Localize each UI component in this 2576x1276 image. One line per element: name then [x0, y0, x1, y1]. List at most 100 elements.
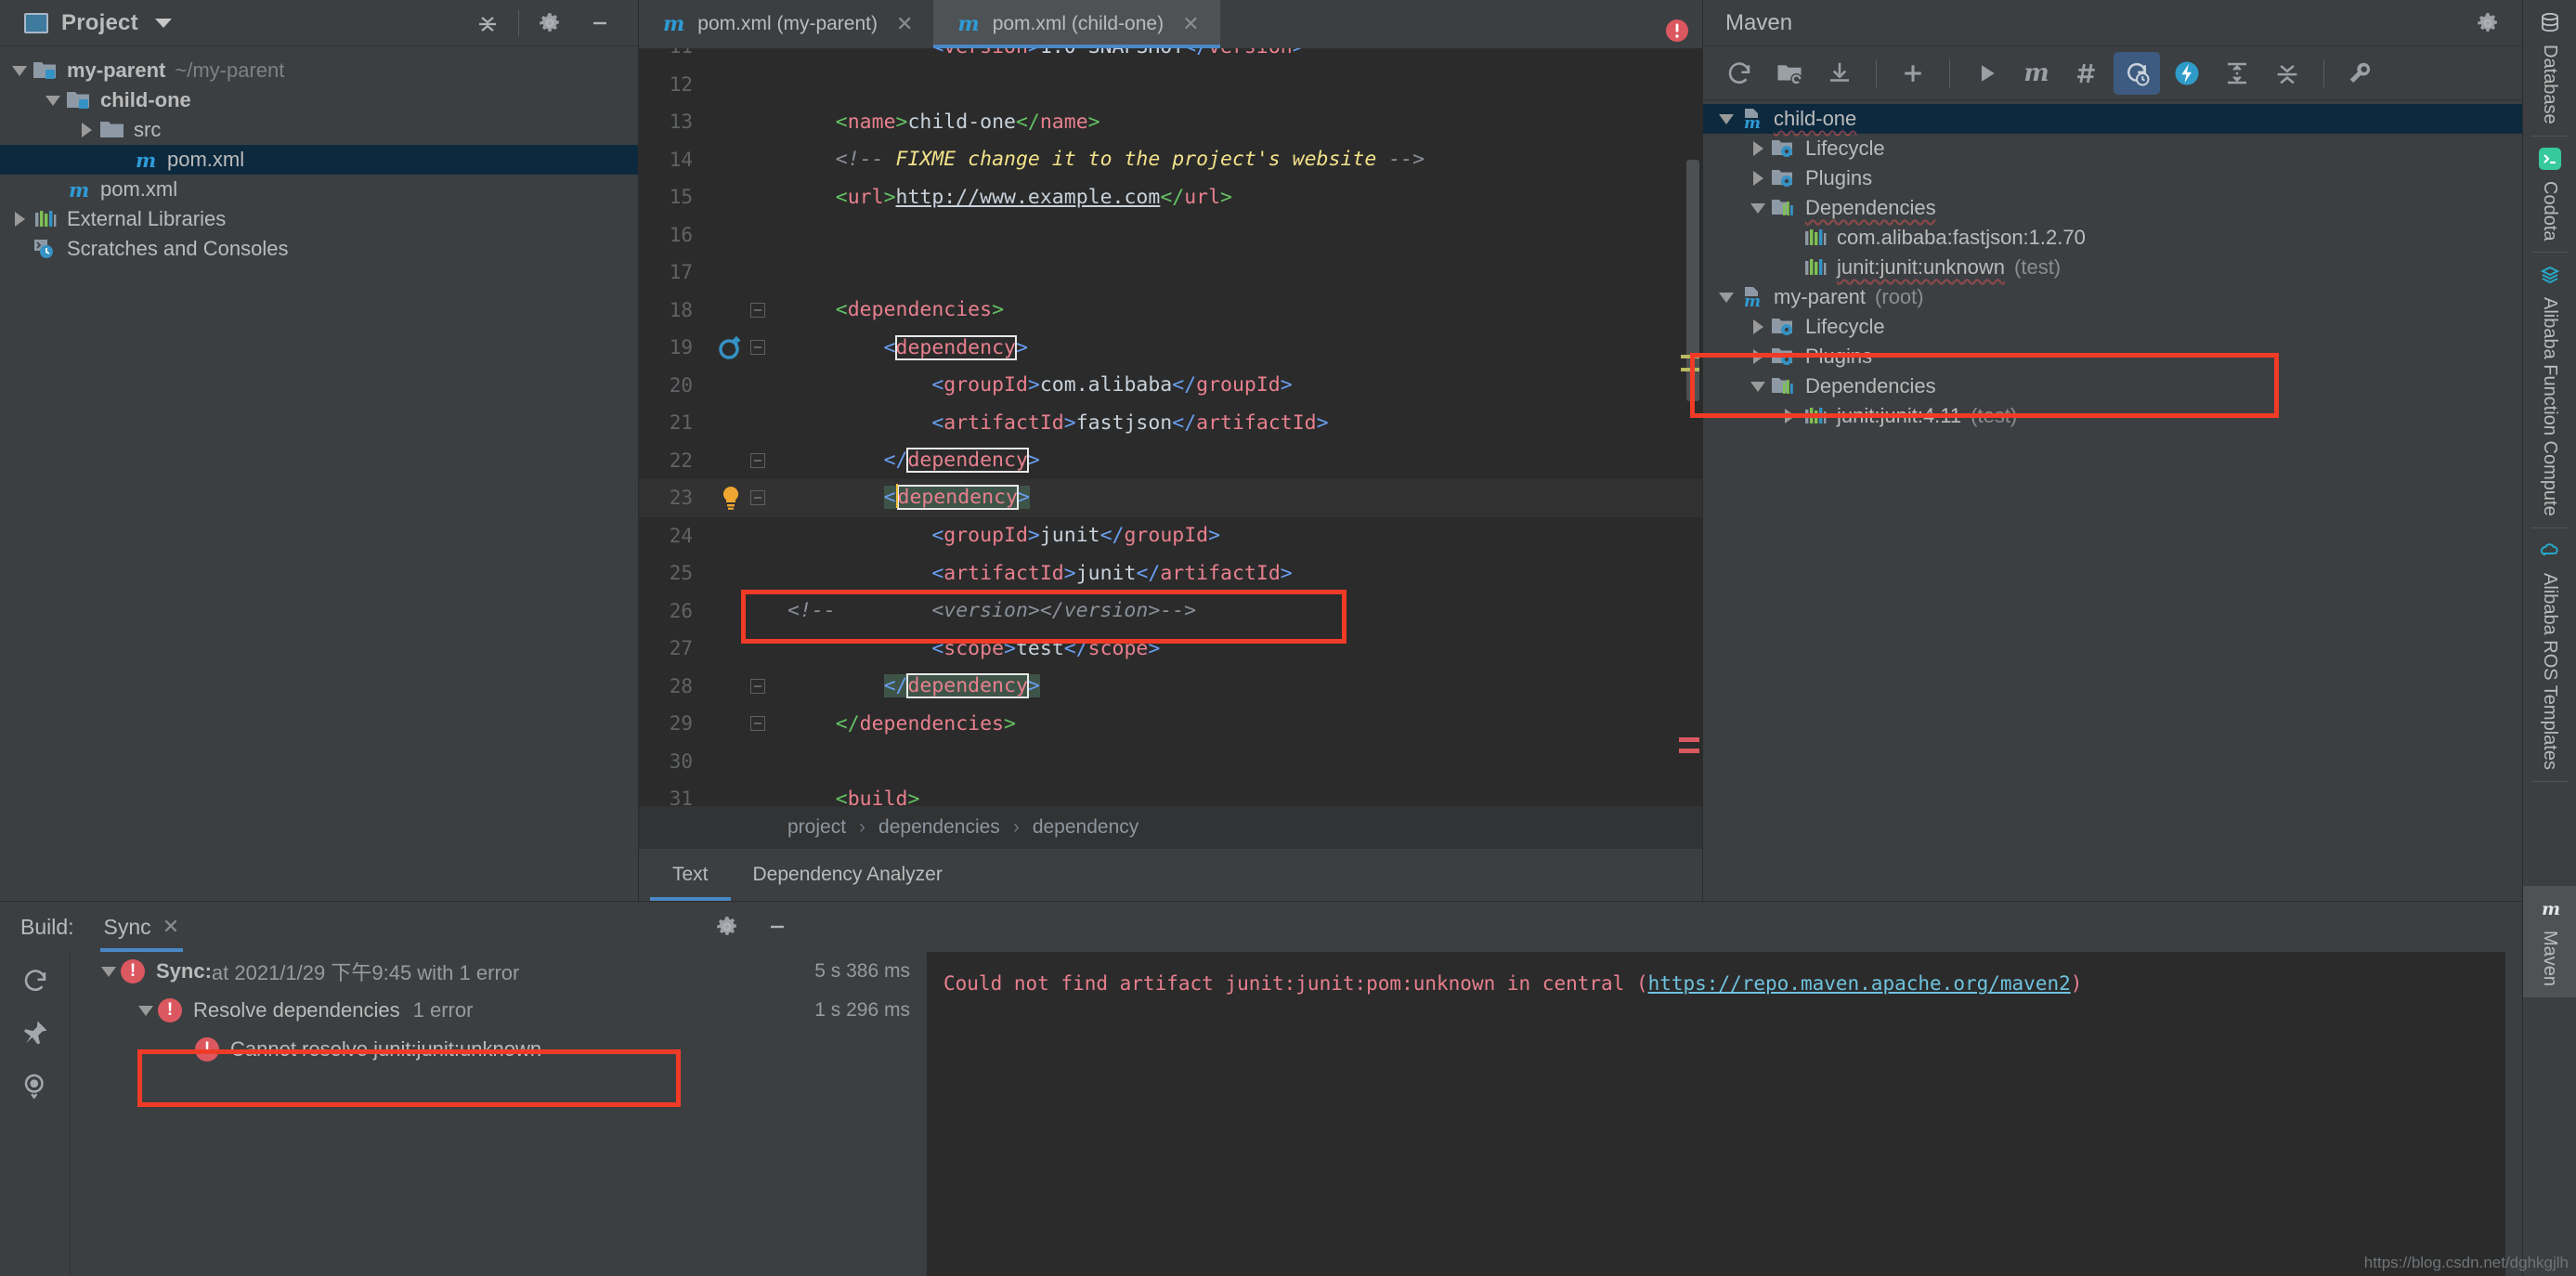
maven-tree-item[interactable]: Lifecycle — [1703, 312, 2576, 342]
breadcrumb-item[interactable]: dependency — [1033, 816, 1138, 839]
code-line[interactable]: 29 </dependencies> — [639, 705, 1702, 743]
gutter-icons[interactable] — [700, 486, 774, 511]
fold-marker-icon[interactable] — [750, 302, 765, 318]
rerun-icon[interactable] — [21, 967, 49, 995]
chevron-down-icon[interactable] — [97, 966, 121, 977]
close-icon[interactable]: ✕ — [896, 12, 913, 36]
code-line[interactable]: 16 — [639, 216, 1702, 254]
collapse-all-icon[interactable] — [2264, 52, 2310, 95]
build-side-toolbar[interactable] — [0, 952, 71, 1276]
close-icon[interactable]: ✕ — [163, 915, 179, 939]
tool-window-tab-database[interactable]: Database — [2523, 0, 2576, 136]
chevron-right-icon[interactable] — [74, 123, 98, 137]
gear-icon[interactable] — [2463, 3, 2513, 44]
breadcrumb[interactable]: project › dependencies › dependency — [639, 806, 1702, 849]
editor-tab[interactable]: m pom.xml (my-parent) ✕ — [639, 0, 934, 48]
breadcrumb-item[interactable]: project — [787, 816, 846, 839]
warning-mark-2[interactable] — [1681, 368, 1699, 371]
maven-toolbar[interactable]: m — [1703, 46, 2576, 100]
toggle-skip-tests-icon[interactable] — [2063, 52, 2110, 95]
build-console[interactable]: Could not find artifact junit:junit:pom:… — [927, 952, 2505, 1276]
chevron-down-icon[interactable] — [41, 95, 65, 106]
code-line[interactable]: 20 <groupId>com.alibaba</groupId> — [639, 367, 1702, 405]
tool-window-tab-maven[interactable]: m Maven — [2522, 885, 2576, 997]
chevron-down-icon[interactable] — [7, 65, 32, 76]
code-line[interactable]: 11 <version>1.0-SNAPSHOT</version> — [639, 48, 1702, 66]
code-line[interactable]: 28 </dependency> — [639, 668, 1702, 706]
fold-marker-icon[interactable] — [750, 678, 765, 694]
gutter-icons[interactable] — [700, 335, 774, 359]
project-tree[interactable]: my-parent ~/my-parent child-one src m pom.xml… — [0, 46, 638, 901]
scrollbar-thumb[interactable] — [1686, 160, 1699, 401]
build-tab-sync[interactable]: Sync ✕ — [99, 902, 184, 952]
build-tree[interactable]: ! Sync: at 2021/1/29 下午9:45 with 1 error!… — [71, 952, 927, 1276]
editor-tab[interactable]: m pom.xml (child-one) ✕ — [933, 0, 1220, 48]
execute-maven-goal-icon[interactable]: m — [2013, 52, 2060, 95]
code-line[interactable]: 19 <dependency> — [639, 329, 1702, 367]
editor-tab-bar[interactable]: m pom.xml (my-parent) ✕ m pom.xml (child-one… — [639, 0, 1702, 48]
tool-window-tab-codota[interactable]: Codota — [2523, 137, 2576, 253]
editor-scrollbar-marks[interactable] — [1678, 48, 1702, 806]
error-mark-2[interactable] — [1679, 749, 1699, 753]
pin-icon[interactable] — [21, 1019, 49, 1047]
tool-window-tab-alibaba-ros-templates[interactable]: Alibaba ROS Templates — [2523, 528, 2576, 781]
maven-tree-item[interactable]: com.alibaba:fastjson:1.2.70 — [1703, 223, 2576, 253]
collapse-all-icon[interactable] — [462, 3, 513, 44]
gear-icon[interactable] — [525, 3, 575, 44]
reload-all-projects-icon[interactable] — [1716, 52, 1763, 95]
code-line[interactable]: 31 <build> — [639, 780, 1702, 806]
editor-bottom-tabs[interactable]: Text Dependency Analyzer — [639, 849, 1702, 901]
code-line[interactable]: 12 — [639, 66, 1702, 104]
gutter-icons[interactable] — [700, 302, 774, 318]
gutter-icons[interactable] — [700, 716, 774, 732]
project-tree-item[interactable]: External Libraries — [0, 204, 638, 234]
breadcrumb-item[interactable]: dependencies — [878, 816, 1000, 839]
show-dependencies-icon[interactable] — [2164, 52, 2210, 95]
project-tree-item[interactable]: src — [0, 115, 638, 145]
maven-tree[interactable]: m child-one Lifecycle Plugins Dependencies co… — [1703, 100, 2576, 901]
project-tree-item[interactable]: m pom.xml — [0, 145, 638, 175]
maven-tree-item[interactable]: m my-parent (root) — [1703, 282, 2576, 312]
code-line[interactable]: 17 — [639, 254, 1702, 292]
project-tree-item[interactable]: m pom.xml — [0, 175, 638, 204]
maven-tree-item[interactable]: Plugins — [1703, 342, 2576, 371]
project-tree-item[interactable]: child-one — [0, 85, 638, 115]
project-tree-item[interactable]: Scratches and Consoles — [0, 234, 638, 264]
add-maven-project-icon[interactable] — [1766, 52, 1813, 95]
download-sources-icon[interactable] — [1816, 52, 1863, 95]
fold-marker-icon[interactable] — [750, 490, 765, 506]
chevron-down-icon[interactable] — [1714, 113, 1738, 124]
maven-central-link[interactable]: https://repo.maven.apache.org/maven2 — [1648, 972, 2071, 995]
code-line[interactable]: 30 — [639, 743, 1702, 781]
minimize-icon[interactable] — [575, 3, 625, 44]
maven-tree-item[interactable]: Dependencies — [1703, 371, 2576, 401]
close-icon[interactable]: ✕ — [1182, 12, 1199, 36]
chevron-right-icon[interactable] — [1746, 349, 1770, 364]
right-tool-strip[interactable]: Database Codota Alibaba Function Compute Al… — [2522, 0, 2576, 1276]
gear-icon[interactable] — [702, 906, 752, 947]
project-tree-item[interactable]: my-parent ~/my-parent — [0, 56, 638, 85]
chevron-right-icon[interactable] — [1777, 409, 1802, 423]
gutter-icons[interactable] — [700, 452, 774, 468]
code-line[interactable]: 26 <!-- <version></version>--> — [639, 592, 1702, 631]
tool-window-tab-alibaba-function-compute[interactable]: Alibaba Function Compute — [2523, 253, 2576, 527]
chevron-down-icon[interactable] — [134, 1005, 158, 1016]
code-line[interactable]: 15 <url>http://www.example.com</url> — [639, 178, 1702, 216]
eye-icon[interactable] — [21, 1071, 49, 1099]
add-icon[interactable] — [1890, 52, 1936, 95]
fold-marker-icon[interactable] — [750, 340, 765, 356]
code-line[interactable]: 25 <artifactId>junit</artifactId> — [639, 554, 1702, 592]
maven-tree-item[interactable]: Dependencies — [1703, 193, 2576, 223]
code-line[interactable]: 13 <name>child-one</name> — [639, 103, 1702, 141]
maven-tree-item[interactable]: m child-one — [1703, 104, 2576, 134]
chevron-right-icon[interactable] — [1746, 319, 1770, 334]
fold-marker-icon[interactable] — [750, 452, 765, 468]
chevron-down-icon[interactable] — [1746, 202, 1770, 214]
code-line[interactable]: 14 <!-- FIXME change it to the project's… — [639, 141, 1702, 179]
error-mark[interactable] — [1679, 737, 1699, 742]
editor-bottom-tab[interactable]: Dependency Analyzer — [731, 849, 965, 901]
fold-marker-icon[interactable] — [750, 716, 765, 732]
run-icon[interactable] — [1963, 52, 2010, 95]
maven-tree-item[interactable]: junit:junit:4.11 (test) — [1703, 401, 2576, 431]
chevron-right-icon[interactable] — [1746, 141, 1770, 156]
